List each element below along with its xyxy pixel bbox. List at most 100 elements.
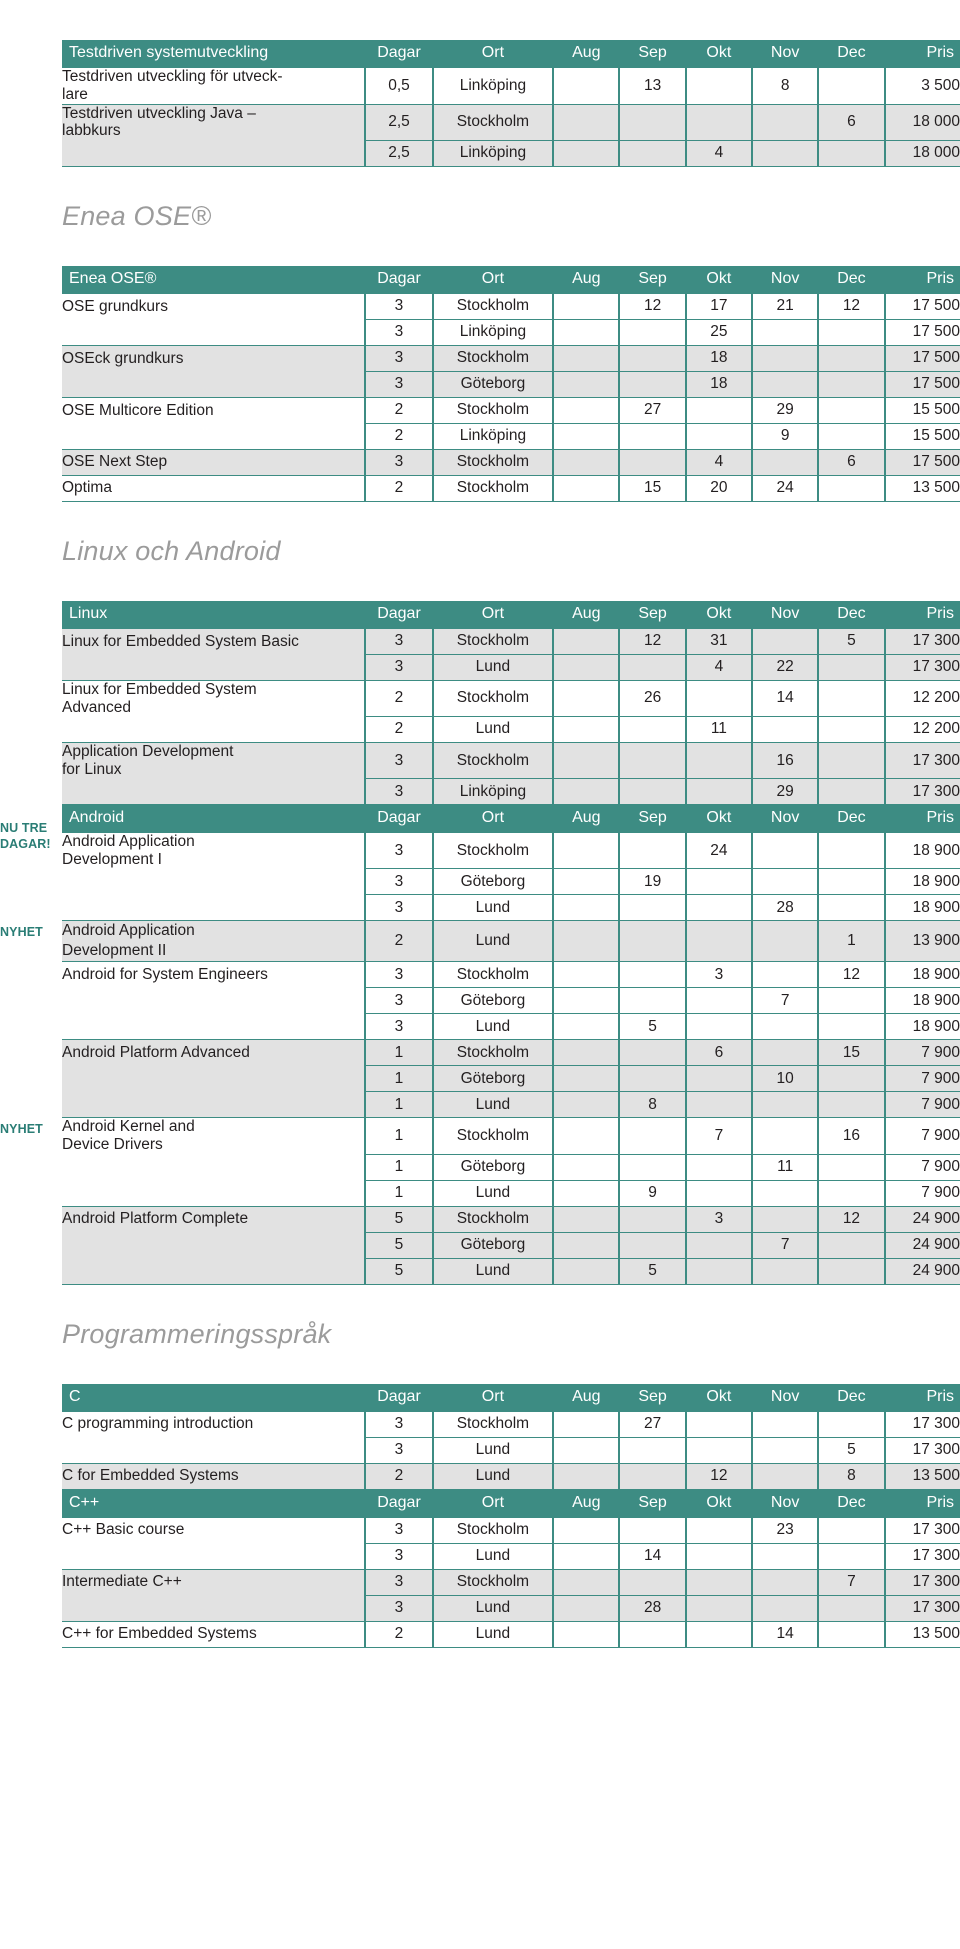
cell-dagar: 3 — [364, 1436, 434, 1464]
cell-aug — [552, 1179, 620, 1207]
cell-course-name: OSEck grundkurs — [62, 344, 366, 372]
cell-aug — [552, 894, 620, 922]
cell-course-name — [62, 1595, 366, 1622]
cell-dec: 1 — [817, 920, 886, 963]
cell-sep: 13 — [618, 67, 686, 105]
cell-nov — [751, 448, 819, 476]
cell-nov: 23 — [751, 1516, 819, 1544]
cell-okt — [684, 741, 753, 780]
schedule-table: Android Dagar Ort Aug Sep Okt Nov Dec Pris Androi… — [62, 805, 960, 1285]
cell-pris: 15 500 — [883, 422, 960, 450]
cell-course-name: Linux for Embedded System Basic — [62, 627, 366, 655]
cell-course-name — [62, 319, 366, 346]
table-row: Optima 2 Stockholm 15 20 24 13 500 — [62, 474, 960, 502]
cell-sep — [618, 715, 686, 743]
cell-course-name: Intermediate C++ — [62, 1568, 366, 1596]
cell-aug — [552, 679, 620, 717]
cell-sep: 26 — [618, 679, 686, 717]
cell-okt — [684, 1516, 753, 1544]
cell-pris: 12 200 — [883, 679, 960, 717]
cell-nov: 21 — [751, 292, 819, 320]
cell-pris: 17 300 — [883, 653, 960, 681]
cell-dec — [817, 778, 886, 805]
cell-course-name — [62, 371, 366, 398]
cell-course-name: OSE Next Step — [62, 448, 366, 476]
cell-pris: 18 000 — [883, 139, 960, 167]
cell-dec — [817, 1231, 886, 1259]
cell-course-name — [62, 423, 366, 450]
cell-course-name — [62, 894, 366, 921]
cell-sep — [618, 778, 686, 805]
cell-course-name: Android Application Development II — [62, 920, 366, 962]
cell-okt — [684, 103, 753, 141]
cell-ort: Lund — [431, 1462, 555, 1490]
cell-ort: Linköping — [431, 67, 555, 105]
cell-okt — [684, 1013, 753, 1041]
table-row: 3 Lund 28 17 300 — [62, 1594, 960, 1622]
cell-dec — [817, 1179, 886, 1207]
title-gap — [0, 232, 960, 266]
cell-okt: 7 — [684, 1117, 753, 1155]
cell-dagar: 1 — [364, 1117, 434, 1155]
cell-course-name — [62, 716, 366, 743]
column-header-dec: Dec — [818, 1383, 885, 1412]
column-header-pris: Pris — [884, 40, 960, 68]
cell-okt — [684, 1153, 753, 1181]
cell-pris: 13 500 — [883, 1620, 960, 1648]
cell-okt: 6 — [684, 1039, 753, 1067]
cell-ort: Stockholm — [431, 1568, 555, 1596]
cell-nov — [751, 961, 819, 989]
cell-dagar: 3 — [364, 1410, 434, 1438]
cell-pris: 13 500 — [883, 474, 960, 502]
sections-container: Testdriven systemutveckling Dagar Ort Aug Se… — [0, 6, 960, 1648]
cell-pris: 24 900 — [883, 1231, 960, 1259]
cell-course-name: C++ for Embedded Systems — [62, 1620, 366, 1648]
table-row: Testdriven utveckling Java – labbkurs 2,5… — [62, 103, 960, 141]
cell-pris: 7 900 — [883, 1091, 960, 1119]
cell-dagar: 1 — [364, 1153, 434, 1181]
cell-pris: 24 900 — [883, 1205, 960, 1233]
table-row: 3 Göteborg 7 18 900 — [62, 987, 960, 1015]
cell-okt — [684, 1065, 753, 1093]
schedule-table-block: Android Dagar Ort Aug Sep Okt Nov Dec Pris Androi… — [0, 805, 960, 1285]
title-gap — [0, 1350, 960, 1384]
column-header-course: Enea OSE® — [62, 265, 366, 294]
cell-dagar: 3 — [364, 868, 434, 896]
cell-dagar: 3 — [364, 1013, 434, 1041]
cell-dec — [817, 67, 886, 105]
cell-dec — [817, 1153, 886, 1181]
cell-dec — [817, 868, 886, 896]
table-row: Application Development for Linux 3 Stockh… — [62, 741, 960, 780]
cell-aug — [552, 831, 620, 870]
cell-nov: 28 — [751, 894, 819, 922]
column-header-pris: Pris — [884, 1489, 960, 1518]
cell-ort: Lund — [431, 1594, 555, 1622]
cell-ort: Lund — [431, 1091, 555, 1119]
cell-okt: 18 — [684, 344, 753, 372]
cell-pris: 7 900 — [883, 1039, 960, 1067]
cell-nov — [751, 1542, 819, 1570]
cell-nov — [751, 344, 819, 372]
cell-dagar: 3 — [364, 961, 434, 989]
column-header-okt: Okt — [685, 265, 753, 294]
cell-dec: 12 — [817, 961, 886, 989]
cell-sep — [618, 1065, 686, 1093]
column-header-okt: Okt — [685, 1489, 753, 1518]
table-row: Linux for Embedded System Basic 3 Stockhol… — [62, 627, 960, 655]
cell-ort: Stockholm — [431, 961, 555, 989]
cell-nov — [751, 1205, 819, 1233]
cell-aug — [552, 1091, 620, 1119]
cell-okt — [684, 894, 753, 922]
cell-ort: Stockholm — [431, 448, 555, 476]
column-header-okt: Okt — [685, 805, 753, 833]
column-header-sep: Sep — [619, 40, 686, 68]
table-row: 3 Lund 5 18 900 — [62, 1013, 960, 1041]
cell-nov — [751, 103, 819, 141]
cell-dec — [817, 679, 886, 717]
table-header-row: C Dagar Ort Aug Sep Okt Nov Dec Pris — [62, 1383, 960, 1412]
cell-aug — [552, 653, 620, 681]
cell-okt — [684, 778, 753, 805]
column-header-course: C++ — [62, 1489, 366, 1518]
cell-sep — [618, 1205, 686, 1233]
cell-dagar: 3 — [364, 831, 434, 870]
